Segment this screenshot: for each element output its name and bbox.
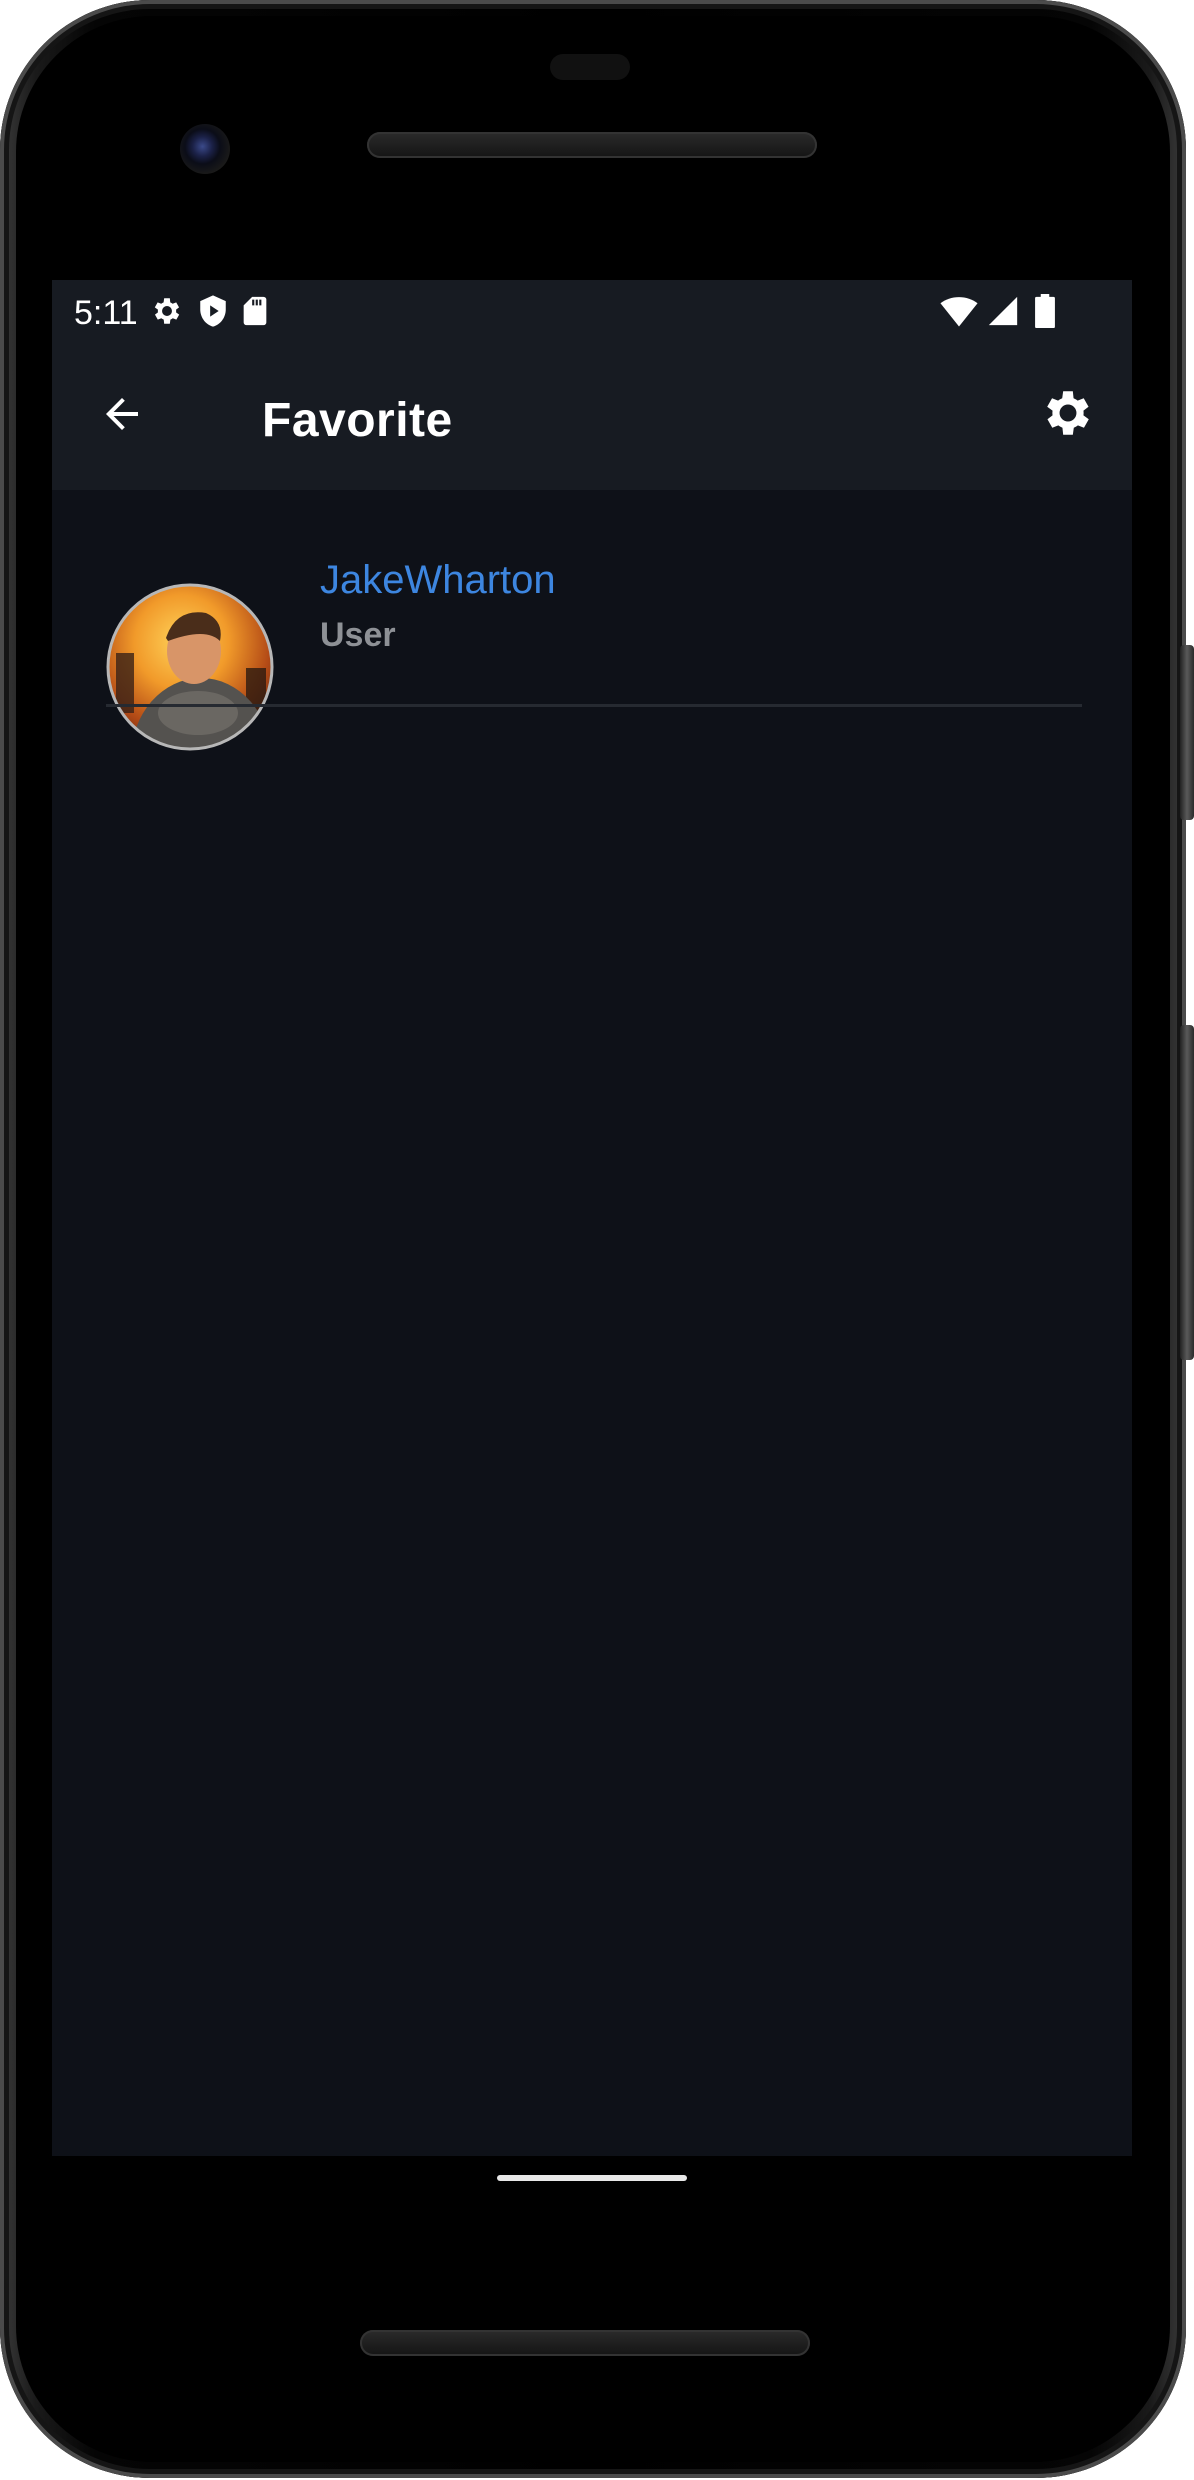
arrow-left-icon <box>98 390 146 443</box>
page-title: Favorite <box>262 394 453 447</box>
proximity-sensor <box>550 54 630 80</box>
sd-card-icon <box>238 294 272 328</box>
gear-icon <box>150 294 184 328</box>
top-speaker-grille <box>367 132 817 158</box>
battery-icon <box>1034 294 1058 328</box>
favorite-name[interactable]: JakeWharton <box>320 558 556 603</box>
status-bar: 5:11 <box>52 280 1132 343</box>
front-camera <box>180 124 230 174</box>
power-button <box>1180 645 1194 820</box>
phone-frame: 5:11 Favorite JakeWharton User <box>0 0 1194 2478</box>
settings-button[interactable] <box>1036 383 1100 447</box>
avatar <box>106 583 274 751</box>
back-button[interactable] <box>94 388 150 444</box>
volume-button <box>1180 1025 1194 1360</box>
favorite-type: User <box>320 616 396 654</box>
list-divider <box>106 704 1082 707</box>
screen: 5:11 Favorite JakeWharton User <box>52 280 1132 2156</box>
shield-play-icon <box>196 294 230 328</box>
status-time: 5:11 <box>74 294 138 332</box>
wifi-icon <box>940 294 978 328</box>
gear-icon <box>1039 384 1097 447</box>
bottom-speaker-grille <box>360 2330 810 2356</box>
app-bar: Favorite <box>52 343 1132 490</box>
home-indicator[interactable] <box>497 2175 687 2181</box>
cell-signal-icon <box>986 294 1020 328</box>
